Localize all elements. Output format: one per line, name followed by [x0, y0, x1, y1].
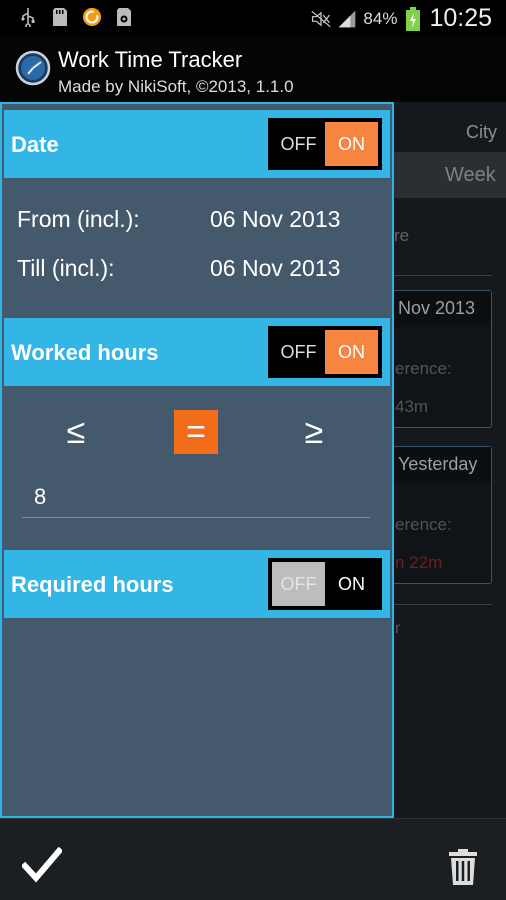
from-date-value[interactable]: 06 Nov 2013 [210, 206, 340, 233]
worked-hours-toggle[interactable]: OFF ON [268, 326, 382, 378]
bg-card-head: Yesterday [393, 447, 491, 483]
sync-app-icon [82, 7, 102, 27]
worked-hours-title: Worked hours [11, 340, 159, 365]
battery-percent: 84% [363, 8, 398, 28]
bg-card-text: erence: [395, 515, 452, 534]
notification-icons [18, 7, 134, 27]
worked-hours-section-header: Worked hours OFF ON [4, 318, 390, 386]
status-bar: 84% 10:25 [0, 0, 506, 36]
required-hours-toggle-off[interactable]: OFF [272, 562, 325, 606]
bg-card: Yesterday erence: n 22m [392, 446, 492, 584]
worked-hours-input[interactable]: 8 [22, 474, 370, 518]
date-title: Date [11, 132, 59, 157]
divider [392, 604, 492, 605]
equal-button[interactable]: = [174, 410, 218, 454]
required-hours-title: Required hours [11, 572, 174, 597]
app-logo-icon[interactable] [15, 50, 51, 86]
date-toggle-off[interactable]: OFF [272, 122, 325, 166]
divider [392, 275, 492, 276]
date-toggle-on[interactable]: ON [325, 122, 378, 166]
usb-icon [18, 7, 38, 27]
greater-or-equal-button[interactable]: ≥ [292, 410, 336, 454]
bg-card-text: erence: [395, 359, 452, 378]
till-label: Till (incl.): [17, 255, 115, 281]
sd-card-icon [50, 7, 70, 27]
till-date-value[interactable]: 06 Nov 2013 [210, 255, 340, 282]
bg-card-text: n 22m [395, 553, 443, 572]
bg-card-text: 43m [395, 397, 429, 416]
required-hours-toggle[interactable]: OFF ON [268, 558, 382, 610]
battery-charging-icon [403, 6, 423, 31]
app-title: Work Time Tracker [58, 47, 243, 72]
trash-icon[interactable] [448, 849, 478, 885]
bottom-action-bar [0, 818, 506, 900]
sd-card-settings-icon [114, 7, 134, 27]
date-section-header: Date OFF ON [4, 110, 390, 178]
required-hours-toggle-on[interactable]: ON [325, 562, 378, 606]
bg-text: r [395, 620, 401, 637]
filter-panel: Date OFF ON From (incl.): 06 Nov 2013 Ti… [0, 102, 394, 818]
checkmark-icon[interactable] [20, 846, 64, 883]
required-hours-section-header: Required hours OFF ON [4, 550, 390, 618]
bg-city-label: City [466, 122, 497, 142]
less-or-equal-button[interactable]: ≤ [54, 410, 98, 454]
worked-hours-toggle-on[interactable]: ON [325, 330, 378, 374]
clock: 10:25 [429, 4, 492, 32]
worked-hours-toggle-off[interactable]: OFF [272, 330, 325, 374]
bg-card: Nov 2013 erence: 43m [392, 290, 492, 428]
bg-card-head: Nov 2013 [393, 291, 491, 327]
bg-text: re [394, 226, 410, 245]
mute-icon [311, 9, 332, 29]
bg-week-label: Week [445, 164, 496, 186]
signal-icon [337, 9, 357, 29]
app-subtitle: Made by NikiSoft, ©2013, 1.1.0 [58, 77, 294, 96]
from-label: From (incl.): [17, 206, 140, 232]
status-right: 84% 10:25 [311, 4, 492, 33]
date-toggle[interactable]: OFF ON [268, 118, 382, 170]
action-bar: Work Time Tracker Made by NikiSoft, ©201… [0, 36, 506, 102]
